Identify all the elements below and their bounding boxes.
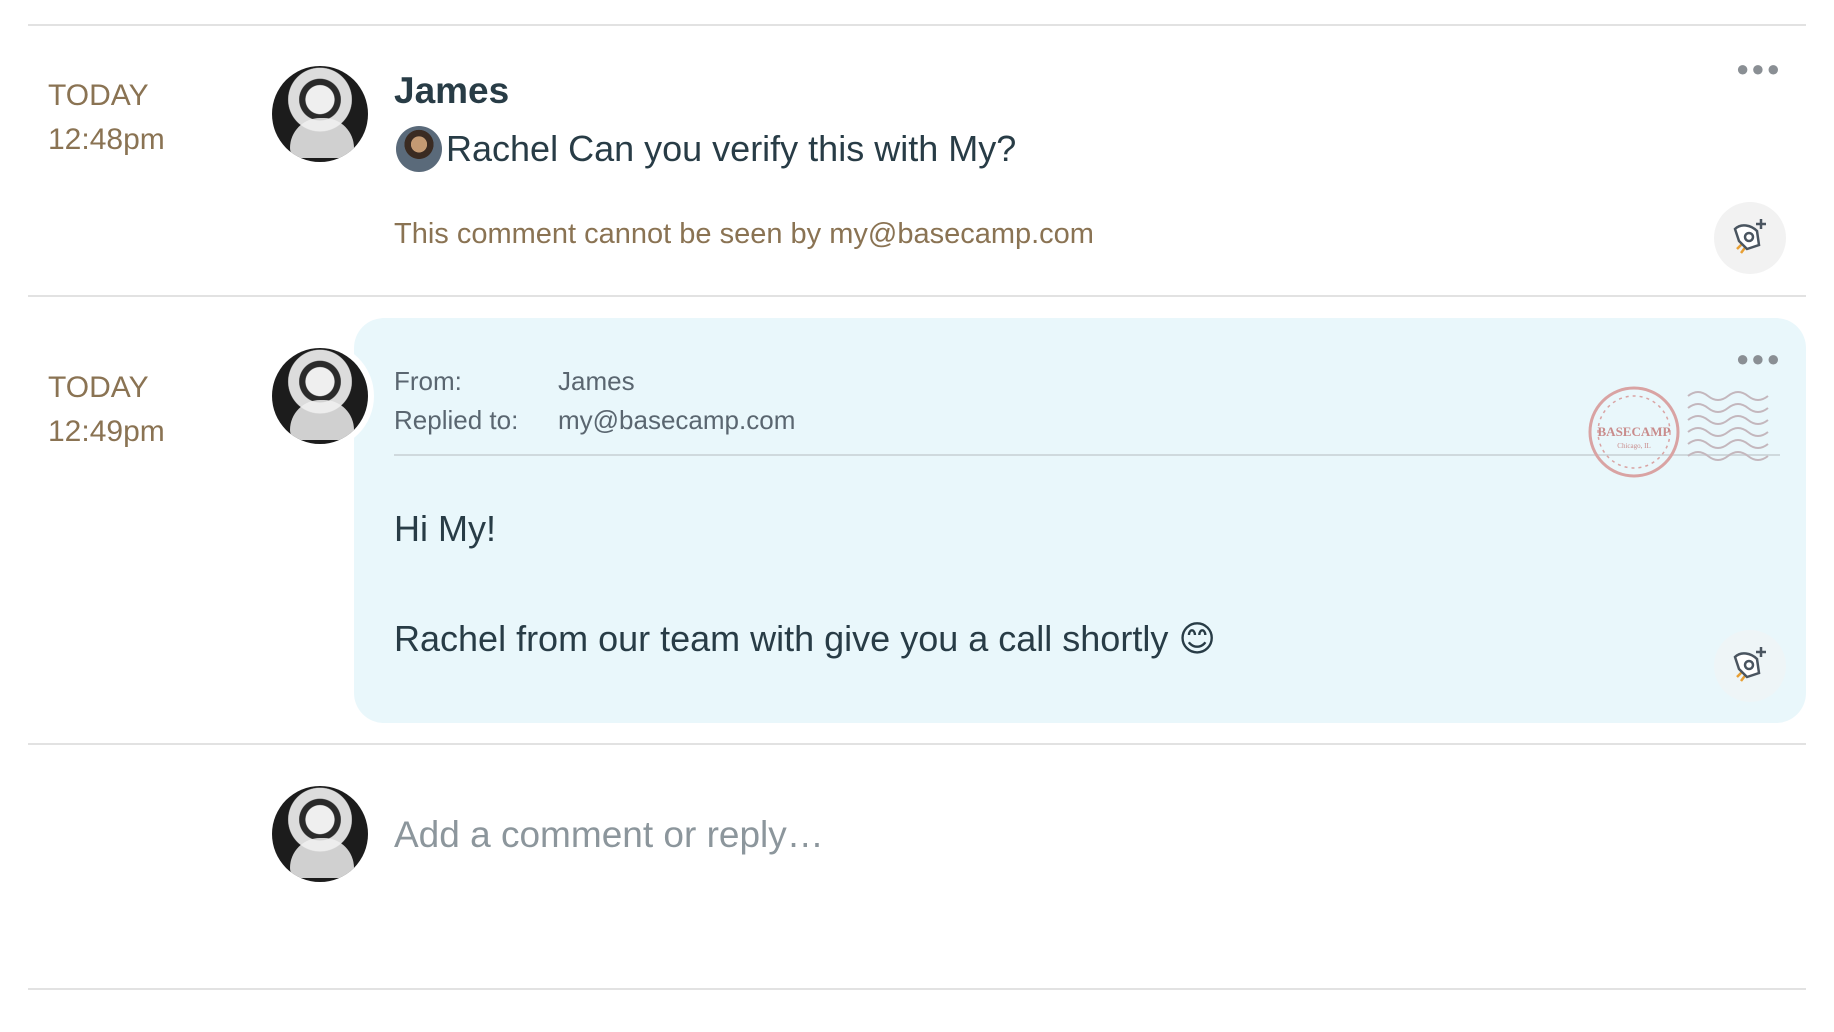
timestamp-day: TODAY xyxy=(48,371,149,404)
more-options-button[interactable]: ●●● xyxy=(1736,348,1782,370)
comment-body: Rachel Can you verify this with My? xyxy=(396,126,1016,172)
boost-button[interactable] xyxy=(1714,202,1786,274)
comment-timestamp: TODAY 12:48pm xyxy=(48,74,165,162)
postmark-waves xyxy=(1687,391,1769,461)
timestamp-time[interactable]: 12:48pm xyxy=(48,118,165,162)
timestamp-day: TODAY xyxy=(48,79,149,112)
comment-author[interactable]: James xyxy=(394,70,509,112)
rocket-boost-icon xyxy=(1733,219,1766,254)
comment-divider xyxy=(28,743,1806,745)
boost-button[interactable] xyxy=(1714,630,1786,702)
author-avatar[interactable] xyxy=(272,348,368,444)
email-header-divider xyxy=(394,454,1780,456)
replied-to-label: Replied to: xyxy=(394,405,519,435)
mention-name[interactable]: Rachel xyxy=(446,128,558,170)
current-user-avatar xyxy=(272,786,368,882)
comment-timestamp: TODAY 12:49pm xyxy=(48,366,165,454)
comment-reply-input[interactable] xyxy=(394,810,1594,860)
ellipsis-icon: ●●● xyxy=(1736,346,1782,371)
postmark-stamp-icon: BASECAMP Chicago, IL xyxy=(1588,386,1680,478)
stamp-subtext: Chicago, IL xyxy=(1617,442,1650,450)
replied-to-value: my@basecamp.com xyxy=(558,405,796,435)
more-options-button[interactable]: ●●● xyxy=(1736,58,1782,80)
stamp-text: BASECAMP xyxy=(1598,424,1671,439)
email-body: Rachel from our team with give you a cal… xyxy=(394,618,1216,659)
ellipsis-icon: ●●● xyxy=(1736,56,1782,81)
from-label: From: xyxy=(394,366,462,396)
bottom-divider xyxy=(28,988,1806,990)
rocket-boost-icon xyxy=(1733,647,1766,682)
author-avatar[interactable] xyxy=(272,66,368,162)
comment-divider xyxy=(28,295,1806,297)
from-value: James xyxy=(558,366,635,396)
top-divider xyxy=(28,24,1806,26)
email-greeting: Hi My! xyxy=(394,508,496,549)
timestamp-time[interactable]: 12:49pm xyxy=(48,410,165,454)
comment-text: Can you verify this with My? xyxy=(568,128,1017,169)
visibility-notice: This comment cannot be seen by my@baseca… xyxy=(394,218,1094,250)
mention-avatar xyxy=(396,126,442,172)
